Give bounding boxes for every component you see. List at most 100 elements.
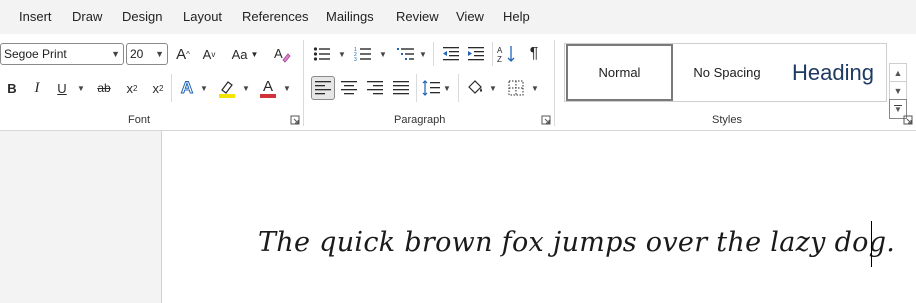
font-color-button[interactable]: A [257,77,279,99]
tab-review[interactable]: Review [396,9,439,24]
styles-dialog-launcher-icon[interactable] [903,115,913,125]
strikethrough-button[interactable]: ab [93,78,115,98]
change-case-button[interactable]: Aa ▼ [228,44,262,64]
svg-text:A: A [497,46,503,55]
change-case-icon: Aa [231,46,248,62]
italic-button[interactable]: I [27,78,47,98]
ribbon: Segoe Print ▼ 20 ▼ A ^ Av Aa ▼ A B I U ▼ … [0,34,916,131]
borders-button[interactable] [505,77,527,99]
group-divider [554,40,555,126]
numbering-button[interactable]: 1 2 3 [352,44,374,64]
chevron-down-icon[interactable]: ▼ [111,44,120,64]
sort-az-icon: A Z [497,46,515,63]
grow-font-icon: A [176,45,187,63]
tab-layout[interactable]: Layout [183,9,222,24]
tab-insert[interactable]: Insert [19,9,52,24]
increase-indent-button[interactable] [465,44,487,64]
underline-button[interactable]: U [52,78,72,98]
gallery-scroll-up-button[interactable]: ▲ [889,63,907,82]
style-heading[interactable]: Heading [779,44,887,101]
chevron-down-icon[interactable]: ▼ [283,84,291,93]
chevron-down-icon[interactable]: ▼ [379,50,387,59]
svg-text:Z: Z [497,55,502,63]
strikethrough-icon: ab [97,81,111,95]
document-left-margin [0,131,162,303]
divider [492,42,493,66]
tab-draw[interactable]: Draw [72,9,102,24]
document-page[interactable]: The quick brown fox jumps over the lazy … [162,131,916,303]
tab-design[interactable]: Design [122,9,162,24]
svg-text:3: 3 [354,57,357,62]
chevron-down-icon[interactable]: ▼ [242,84,250,93]
chevron-down-icon[interactable]: ▼ [338,50,346,59]
shading-button[interactable] [464,77,486,99]
bullets-button[interactable] [311,44,333,64]
align-right-icon [367,81,383,95]
text-effects-icon: A [180,78,194,98]
style-normal[interactable]: Normal [566,44,673,101]
tab-view[interactable]: View [456,9,484,24]
style-no-spacing[interactable]: No Spacing [677,44,777,101]
decrease-indent-button[interactable] [440,44,462,64]
chevron-down-icon[interactable]: ▼ [443,84,451,93]
align-center-button[interactable] [338,77,360,99]
font-color-swatch [260,93,276,98]
text-cursor [871,221,872,267]
highlight-color-button[interactable] [216,77,238,99]
chevron-down-icon[interactable]: ▼ [155,44,164,64]
subscript-button[interactable]: x2 [122,78,142,98]
tab-references[interactable]: References [242,9,308,24]
chevron-down-icon[interactable]: ▼ [489,84,497,93]
font-size-combo[interactable]: 20 ▼ [126,43,168,65]
increase-indent-icon [468,47,484,61]
underline-icon: U [57,80,67,96]
shrink-font-icon: A [202,46,212,62]
style-no-spacing-label: No Spacing [693,65,761,80]
font-dialog-launcher-icon[interactable] [290,115,300,125]
superscript-button[interactable]: x2 [148,78,168,98]
style-normal-label: Normal [598,65,641,80]
font-name-combo[interactable]: Segoe Print ▼ [0,43,124,65]
styles-group-label: Styles [712,114,742,126]
clear-formatting-button[interactable]: A [271,44,293,64]
multilevel-list-button[interactable] [395,44,417,64]
chevron-down-icon[interactable]: ▼ [419,50,427,59]
paragraph-group-label: Paragraph [394,114,446,126]
font-name-value: Segoe Print [4,47,67,61]
chevron-up-icon: ▲ [893,67,903,78]
grow-font-button[interactable]: A ^ [172,44,194,64]
highlight-swatch [219,94,235,98]
font-size-value: 20 [130,47,144,61]
align-center-icon [341,81,357,95]
chevron-down-icon: ▼ [250,49,259,59]
tab-mailings[interactable]: Mailings [326,9,374,24]
document-body-text[interactable]: The quick brown fox jumps over the lazy … [258,227,895,258]
divider [171,74,172,102]
show-formatting-button[interactable]: ¶ [523,44,545,64]
divider [458,74,459,102]
text-effects-button[interactable]: A [176,77,198,99]
gallery-scroll-down-button[interactable]: ▼ [889,81,907,100]
line-spacing-button[interactable] [420,77,442,99]
style-heading-label: Heading [792,59,874,85]
subscript-mark: 2 [133,83,138,93]
justify-button[interactable] [390,77,412,99]
divider [416,74,417,102]
align-right-button[interactable] [364,77,386,99]
bold-button[interactable]: B [2,78,22,98]
chevron-down-icon[interactable]: ▼ [531,84,539,93]
align-left-button[interactable] [311,76,335,100]
sort-button[interactable]: A Z [496,44,518,64]
justify-icon [393,81,409,95]
styles-gallery: Normal No Spacing Heading [564,43,887,102]
highlighter-icon [219,81,235,98]
pilcrow-icon: ¶ [529,45,539,62]
tab-help[interactable]: Help [503,9,530,24]
paragraph-dialog-launcher-icon[interactable] [541,115,551,125]
chevron-down-icon: ▼ [893,85,903,96]
bullet-list-icon [313,47,330,61]
chevron-down-icon[interactable]: ▼ [77,84,85,93]
shrink-font-button[interactable]: Av [198,44,220,64]
chevron-down-icon[interactable]: ▼ [200,84,208,93]
multilevel-list-icon [397,48,414,60]
